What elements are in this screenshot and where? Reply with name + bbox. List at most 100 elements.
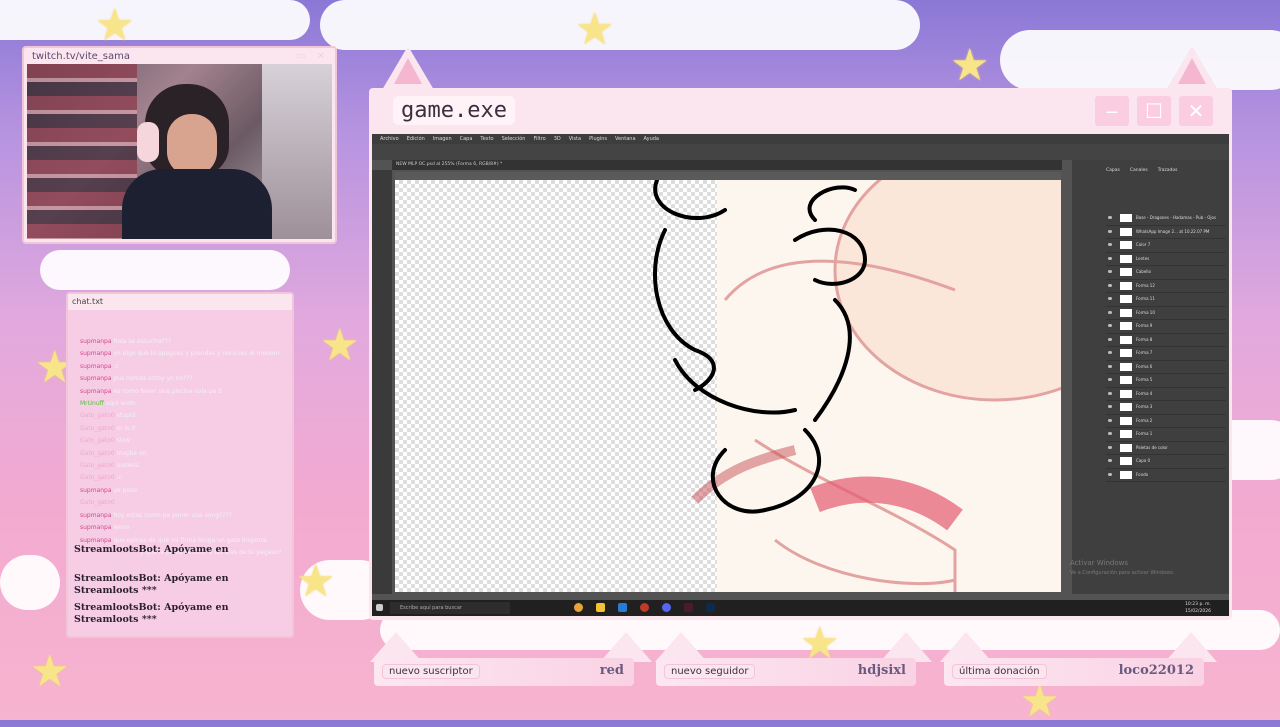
chat-username[interactable]: supmanpa — [80, 487, 112, 494]
photoshop-icon[interactable] — [706, 603, 715, 612]
layer-thumbnail — [1120, 281, 1132, 290]
menu-item[interactable]: Ventana — [615, 136, 636, 142]
menu-item[interactable]: Texto — [480, 136, 493, 142]
chat-username[interactable]: Gato_gato0 — [80, 425, 115, 432]
bot-message: StreamlootsBot: Apóyame en Streamloots *… — [74, 602, 229, 625]
chat-username[interactable]: MrUnuff — [80, 400, 104, 407]
layer-name: Forma 7 — [1136, 350, 1153, 355]
eye-icon[interactable] — [1108, 256, 1112, 260]
eye-icon[interactable] — [1108, 472, 1112, 476]
chat-message: useless — [116, 462, 139, 470]
layer-name: Lentes — [1136, 255, 1150, 261]
chat-message: ye paso — [113, 486, 137, 494]
layer-row[interactable]: Forma 9 — [1106, 320, 1226, 334]
eye-icon[interactable] — [1108, 405, 1112, 408]
chat-username[interactable]: Gato_gato0 — [80, 499, 115, 506]
discord-icon[interactable] — [662, 603, 671, 612]
layer-row[interactable]: Forma 8 — [1106, 334, 1226, 347]
chat-username[interactable]: supmanpa — [80, 512, 112, 519]
eye-icon[interactable] — [1108, 391, 1112, 395]
eye-icon[interactable] — [1108, 445, 1112, 449]
chat-username[interactable]: supmanpa — [80, 537, 112, 544]
layer-row[interactable]: Forma 5 — [1106, 374, 1226, 388]
layer-row[interactable]: Cabello — [1106, 266, 1226, 280]
chat-message: :c — [113, 362, 119, 370]
document-tab[interactable]: NEW MLP OC.psd al 255% (Forma 6, RGB/8#)… — [392, 160, 1062, 170]
chat-username[interactable]: Gato_gato0 — [80, 474, 115, 481]
premiere-icon[interactable] — [684, 603, 693, 612]
chat-username[interactable]: Gato_gato0 — [80, 462, 115, 469]
eye-icon[interactable] — [1108, 364, 1112, 368]
menu-item[interactable]: Selección — [502, 136, 526, 142]
layer-row[interactable]: Forma 10 — [1106, 307, 1226, 320]
chat-username[interactable]: supmanpa — [80, 350, 112, 357]
eye-icon[interactable] — [1108, 432, 1112, 435]
layer-row[interactable]: Color 7 — [1106, 239, 1226, 253]
toolbar[interactable] — [372, 170, 392, 594]
layer-thumbnail — [1120, 241, 1132, 249]
eye-icon[interactable] — [1108, 270, 1112, 273]
layer-row[interactable]: Forma 3 — [1106, 401, 1226, 415]
menu-item[interactable]: Plugins — [589, 136, 607, 142]
eye-icon[interactable] — [1108, 324, 1112, 327]
chat-username[interactable]: Gato_gato0 — [80, 450, 115, 457]
drawing-canvas[interactable] — [395, 180, 1061, 592]
layer-row[interactable]: Forma 7 — [1106, 347, 1226, 361]
eye-icon[interactable] — [1108, 351, 1112, 354]
eye-icon[interactable] — [1108, 229, 1112, 233]
chat-username[interactable]: Gato_gato0 — [80, 437, 115, 444]
chat-message: maybe im — [116, 449, 147, 457]
eye-icon[interactable] — [1108, 216, 1112, 219]
panel-tab[interactable]: Capas — [1106, 168, 1120, 173]
chrome-icon[interactable] — [574, 603, 583, 612]
layer-row[interactable]: Forma 12 — [1106, 280, 1226, 293]
menu-item[interactable]: 3D — [554, 136, 561, 142]
chat-username[interactable]: supmanpa — [80, 524, 112, 531]
layer-row[interactable]: WhatsApp Image 2... at 10.22.07 PM — [1106, 226, 1226, 239]
menu-item[interactable]: Ayuda — [644, 136, 659, 142]
menu-item[interactable]: Edición — [407, 136, 425, 142]
chat-username[interactable]: Gato_gato0 — [80, 412, 115, 419]
chat-username[interactable]: supmanpa — [80, 363, 112, 370]
eye-icon[interactable] — [1108, 243, 1112, 246]
folder-icon[interactable] — [596, 603, 605, 612]
obs-icon[interactable] — [640, 603, 649, 612]
layer-row[interactable]: Paletas de color — [1106, 442, 1226, 455]
layer-row[interactable]: Forma 2 — [1106, 415, 1226, 428]
layer-row[interactable]: Forma 6 — [1106, 361, 1226, 374]
eye-icon[interactable] — [1108, 297, 1112, 300]
minimize-button[interactable]: ‒ — [1095, 96, 1129, 126]
panel-tab[interactable]: Canales — [1130, 168, 1148, 173]
menu-item[interactable]: Filtro — [533, 136, 545, 142]
layer-row[interactable]: Lentes — [1106, 253, 1226, 266]
taskbar-search[interactable]: Escribe aquí para buscar — [390, 602, 510, 614]
eye-icon[interactable] — [1108, 418, 1112, 422]
layers-panel[interactable]: Capas Canales Trazados Base - Dragones - H… — [1072, 160, 1229, 594]
layer-row[interactable]: Forma 11 — [1106, 293, 1226, 307]
photoshop-screen: Archivo Edición Imagen Capa Texto Selección Fi… — [372, 134, 1229, 616]
maximize-button[interactable]: ☐ — [1137, 96, 1171, 126]
eye-icon[interactable] — [1108, 283, 1112, 287]
cat-ear — [382, 46, 434, 90]
chat-username[interactable]: supmanpa — [80, 388, 112, 395]
eye-icon[interactable] — [1108, 337, 1112, 341]
eye-icon[interactable] — [1108, 310, 1112, 314]
chat-username[interactable]: supmanpa — [80, 375, 112, 382]
chat-username[interactable]: supmanpa — [80, 338, 112, 345]
eye-icon[interactable] — [1108, 378, 1112, 381]
menu-item[interactable]: Vista — [569, 136, 581, 142]
eye-icon[interactable] — [1108, 459, 1112, 462]
menu-item[interactable]: Capa — [460, 136, 473, 142]
layer-row[interactable]: Fondo — [1106, 469, 1226, 482]
layer-row[interactable]: Base - Dragones - Hadamas - Pub - Ojos — [1106, 212, 1226, 226]
windows-start-icon[interactable] — [376, 604, 383, 611]
layer-row[interactable]: Forma 4 — [1106, 388, 1226, 401]
layer-row[interactable]: Forma 1 — [1106, 428, 1226, 442]
layer-row[interactable]: Capa 0 — [1106, 455, 1226, 469]
close-button[interactable]: ✕ — [1179, 96, 1213, 126]
store-icon[interactable] — [618, 603, 627, 612]
panel-tab[interactable]: Trazados — [1158, 168, 1178, 173]
cat-ear — [1166, 46, 1218, 90]
menu-item[interactable]: Imagen — [433, 136, 452, 142]
menu-item[interactable]: Archivo — [380, 136, 399, 142]
